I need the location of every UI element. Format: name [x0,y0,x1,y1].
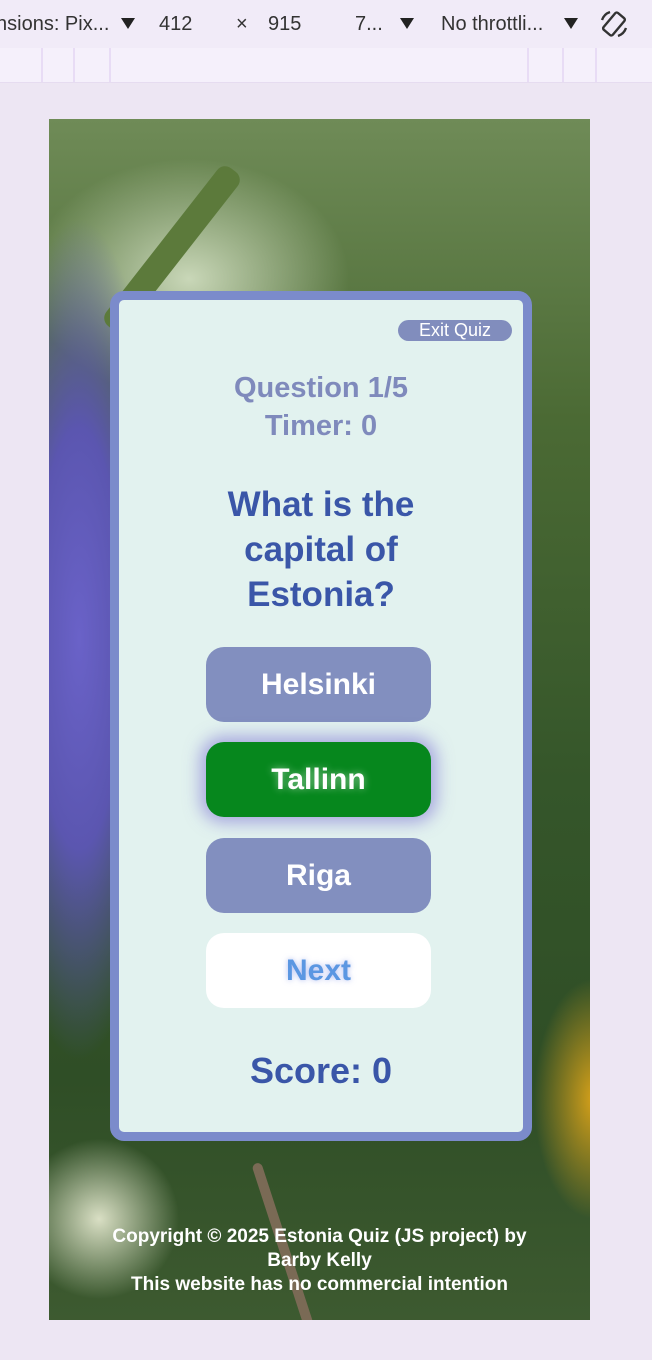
exit-quiz-button[interactable]: Exit Quiz [398,320,512,341]
question-counter: Question 1/5 [233,372,409,404]
next-button[interactable]: Next [206,933,431,1008]
copyright-text: Copyright © 2025 Estonia Quiz (JS projec… [112,1226,527,1247]
devtools-toolbar: nsions: Pix... 412 × 915 7... No throttl… [0,0,652,49]
answer-button-riga[interactable]: Riga [206,838,431,913]
question-line: capital of [244,530,398,569]
question-text: What is the capital of Estonia? [159,482,483,617]
quiz-card: Exit Quiz Question 1/5 Timer: 0 What is … [110,291,532,1141]
rotate-icon[interactable] [598,8,630,40]
disclaimer-text: This website has no commercial intention [131,1274,508,1295]
footer: Copyright © 2025 Estonia Quiz (JS projec… [49,1225,590,1297]
score-display: Score: 0 [249,1050,393,1091]
chevron-down-icon[interactable] [121,18,135,29]
throttle-dropdown[interactable]: No throttli... [441,13,543,36]
question-line: Estonia? [247,575,395,614]
device-viewport: Exit Quiz Question 1/5 Timer: 0 What is … [49,119,590,1320]
timer: Timer: 0 [264,410,378,442]
dimensions-dropdown[interactable]: nsions: Pix... [0,13,109,36]
chevron-down-icon[interactable] [400,18,414,29]
height-field[interactable]: 915 [268,13,301,36]
media-query-ruler[interactable] [0,48,652,83]
question-line: What is the [227,485,415,524]
answer-button-helsinki[interactable]: Helsinki [206,647,431,722]
chevron-down-icon[interactable] [564,18,578,29]
author-text: Barby Kelly [267,1250,372,1271]
width-field[interactable]: 412 [159,13,192,36]
zoom-dropdown[interactable]: 7... [355,13,383,36]
answer-button-tallinn[interactable]: Tallinn [206,742,431,817]
times-sign: × [236,13,248,35]
